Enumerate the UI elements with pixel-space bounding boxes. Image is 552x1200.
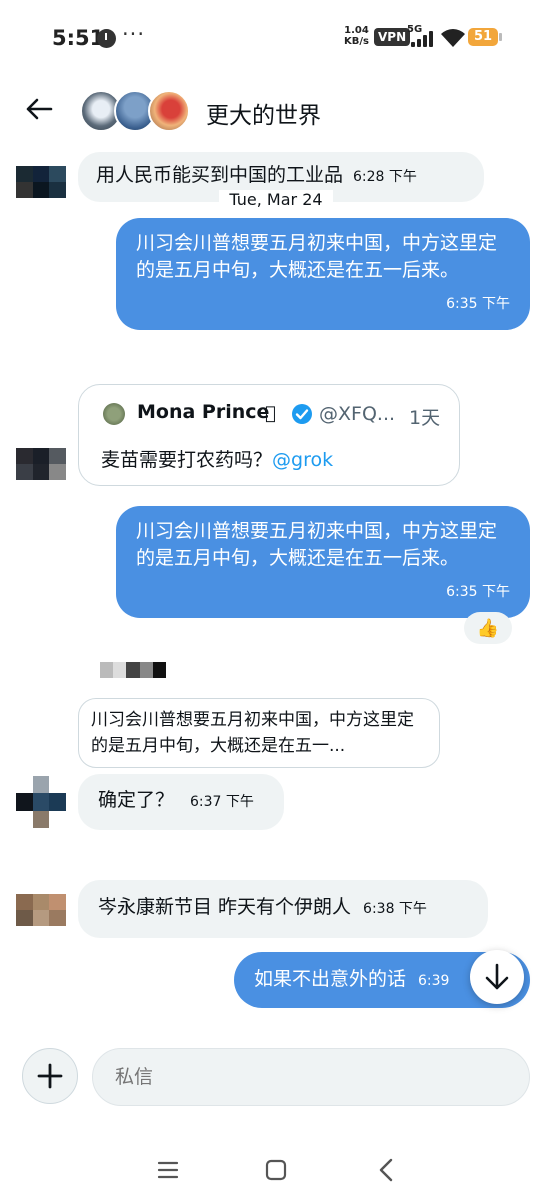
plus-icon <box>37 1063 63 1089</box>
date-separator-text: Tue, Mar 24 <box>219 190 333 209</box>
apple-icon:  <box>265 403 276 424</box>
signal-icon <box>407 31 435 47</box>
message-time: 6:35 下午 <box>446 296 510 312</box>
message-bubble[interactable]: 川习会川普想要五月初来中国，中方这里定的是五月中旬，大概还是在五一后来。 6:3… <box>116 506 530 618</box>
arrow-left-icon <box>26 98 53 120</box>
message-input[interactable] <box>92 1048 530 1106</box>
chevron-left-icon <box>379 1158 393 1182</box>
date-separator: Tue, Mar 24 <box>0 190 552 209</box>
sender-avatar[interactable] <box>16 776 66 828</box>
vpn-badge: VPN <box>374 28 411 46</box>
sender-avatar[interactable] <box>16 894 66 926</box>
quoted-post-body: 麦苗需要打农药吗？ <box>101 449 273 471</box>
message-text: 川习会川普想要五月初来中国，中方这里定的是五月中旬，大概还是在五一后来。 <box>136 232 498 281</box>
recents-button[interactable] <box>152 1154 184 1186</box>
quoted-post-age: 1天 <box>409 407 441 429</box>
message-bubble[interactable]: 岑永康新节目 昨天有个伊朗人 6:38 下午 <box>78 880 488 938</box>
conversation-header: 更大的世界 <box>0 76 552 146</box>
message-time: 6:37 下午 <box>190 794 254 810</box>
wifi-icon <box>441 29 465 47</box>
message-bubble[interactable]: 川习会川普想要五月初来中国，中方这里定的是五月中旬，大概还是在五一后来。 6:3… <box>116 218 530 330</box>
avatar <box>148 90 190 132</box>
quoted-post-text: 麦苗需要打农药吗？@grok <box>101 445 333 472</box>
back-button[interactable] <box>22 92 56 126</box>
message-time: 6:38 下午 <box>363 901 427 917</box>
more-notifications-icon: ··· <box>122 22 146 46</box>
menu-icon <box>157 1161 179 1179</box>
message-time: 6:39 <box>418 973 450 989</box>
system-nav-bar <box>0 1140 552 1200</box>
reply-preview-text: 川习会川普想要五月初来中国，中方这里定的是五月中旬，大概还是在五一... <box>91 710 414 756</box>
battery-indicator: 51 <box>468 28 502 46</box>
message-text: 岑永康新节目 昨天有个伊朗人 <box>98 896 352 918</box>
message-text: 用人民币能买到中国的工业品 <box>96 164 344 186</box>
quoted-author-handle: @XFQ... <box>319 403 396 425</box>
home-button[interactable] <box>260 1154 292 1186</box>
sender-name-redacted <box>100 662 167 678</box>
message-list[interactable]: 用人民币能买到中国的工业品 6:28 下午 Tue, Mar 24 川习会川普想要… <box>0 146 552 1026</box>
sender-avatar[interactable] <box>16 448 66 480</box>
group-avatars[interactable] <box>80 90 190 132</box>
quoted-post-card[interactable]: Mona Prince  @XFQ... 1天 麦苗需要打农药吗？@grok <box>78 384 460 486</box>
back-nav-button[interactable] <box>370 1154 402 1186</box>
network-speed: 1.04 KB/s <box>344 25 369 47</box>
message-text: 川习会川普想要五月初来中国，中方这里定的是五月中旬，大概还是在五一后来。 <box>136 520 498 569</box>
add-media-button[interactable] <box>22 1048 78 1104</box>
reply-preview[interactable]: 川习会川普想要五月初来中国，中方这里定的是五月中旬，大概还是在五一... <box>78 698 440 768</box>
conversation-title[interactable]: 更大的世界 <box>206 96 321 130</box>
quoted-author-name: Mona Prince <box>137 401 270 423</box>
scroll-to-bottom-button[interactable] <box>470 950 524 1004</box>
reaction-badge[interactable]: 👍 <box>464 612 512 644</box>
message-bubble[interactable]: 确定了？ 6:37 下午 <box>78 774 284 830</box>
clock-icon <box>97 29 116 48</box>
quoted-author-avatar <box>103 403 125 425</box>
arrow-down-icon <box>485 963 509 990</box>
message-text: 确定了？ <box>98 789 175 811</box>
status-bar: 5:51 ··· 1.04 KB/s VPN 5G 51 <box>0 0 552 76</box>
network-speed-value: 1.04 <box>344 25 369 36</box>
mention-link[interactable]: @grok <box>272 449 333 471</box>
verified-badge-icon <box>292 404 312 424</box>
message-time: 6:28 下午 <box>353 169 417 185</box>
message-time: 6:35 下午 <box>446 584 510 600</box>
message-text: 如果不出意外的话 <box>254 968 407 990</box>
message-composer <box>0 1040 552 1120</box>
network-speed-unit: KB/s <box>344 36 369 47</box>
home-square-icon <box>265 1159 287 1181</box>
